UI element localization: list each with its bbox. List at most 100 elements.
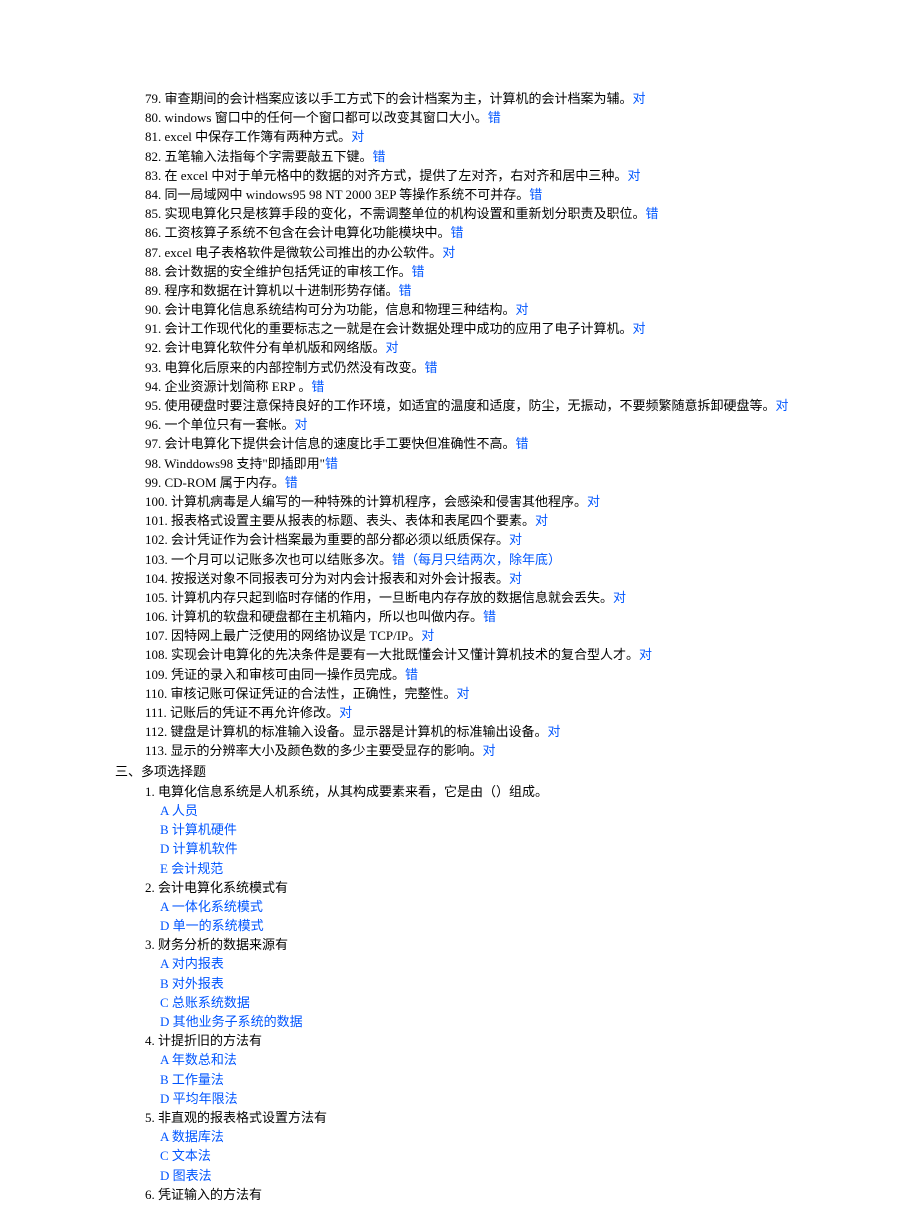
tf-item-answer: 对 [613, 590, 626, 605]
mc-option: D 计算机软件 [145, 840, 920, 858]
tf-item: 103. 一个月可以记账多次也可以结账多次。错（每月只结两次，除年底） [115, 551, 920, 569]
tf-item-number: 90. [145, 302, 165, 317]
tf-item-answer: 对 [633, 91, 646, 106]
tf-item: 97. 会计电算化下提供会计信息的速度比手工要快但准确性不高。错 [115, 435, 920, 453]
tf-item-answer: 错 [516, 436, 529, 451]
tf-item-text: 审核记账可保证凭证的合法性，正确性，完整性。 [171, 686, 457, 701]
tf-item-text: 会计电算化下提供会计信息的速度比手工要快但准确性不高。 [165, 436, 516, 451]
tf-item-answer: 错 [646, 206, 659, 221]
tf-item-number: 100. [145, 494, 171, 509]
tf-item-text: windows 窗口中的任何一个窗口都可以改变其窗口大小。 [165, 110, 488, 125]
mc-item: 4. 计提折旧的方法有A 年数总和法B 工作量法D 平均年限法 [115, 1032, 920, 1108]
tf-item: 90. 会计电算化信息系统结构可分为功能，信息和物理三种结构。对 [115, 301, 920, 319]
tf-item-number: 86. [145, 225, 165, 240]
true-false-list: 79. 审查期间的会计档案应该以手工方式下的会计档案为主，计算机的会计档案为辅。… [115, 90, 920, 761]
tf-item: 87. excel 电子表格软件是微软公司推出的办公软件。对 [115, 244, 920, 262]
tf-item-number: 108. [145, 647, 171, 662]
tf-item-answer: 错 [392, 552, 405, 567]
tf-item-text: 凭证的录入和审核可由同一操作员完成。 [171, 667, 405, 682]
tf-item-number: 80. [145, 110, 165, 125]
mc-question-text: 会计电算化系统模式有 [158, 880, 288, 895]
tf-item-number: 99. [145, 475, 165, 490]
tf-item-text: 一个单位只有一套帐。 [165, 417, 295, 432]
tf-item-text: excel 电子表格软件是微软公司推出的办公软件。 [165, 245, 443, 260]
tf-item-number: 103. [145, 552, 171, 567]
mc-question-text: 财务分析的数据来源有 [158, 937, 288, 952]
mc-question: 2. 会计电算化系统模式有 [145, 879, 920, 897]
mc-question-number: 4. [145, 1033, 158, 1048]
tf-item-number: 82. [145, 149, 165, 164]
tf-item-number: 98. [145, 456, 164, 471]
tf-item: 82. 五笔输入法指每个字需要敲五下键。错 [115, 148, 920, 166]
mc-option: A 对内报表 [145, 955, 920, 973]
tf-item-number: 104. [145, 571, 171, 586]
tf-item-text: 同一局域网中 windows95 98 NT 2000 3EP 等操作系统不可并… [165, 187, 530, 202]
tf-item-text: 计算机的软盘和硬盘都在主机箱内，所以也叫做内存。 [171, 609, 483, 624]
tf-item-text: 报表格式设置主要从报表的标题、表头、表体和表尾四个要素。 [171, 513, 535, 528]
tf-item-note: （每月只结两次，除年底） [405, 552, 561, 567]
tf-item: 106. 计算机的软盘和硬盘都在主机箱内，所以也叫做内存。错 [115, 608, 920, 626]
tf-item: 88. 会计数据的安全维护包括凭证的审核工作。错 [115, 263, 920, 281]
tf-item: 107. 因特网上最广泛使用的网络协议是 TCP/IP。对 [115, 627, 920, 645]
tf-item-answer: 对 [509, 532, 522, 547]
tf-item-text: 会计电算化软件分有单机版和网络版。 [165, 340, 386, 355]
tf-item-answer: 对 [509, 571, 522, 586]
tf-item-answer: 对 [587, 494, 600, 509]
tf-item-number: 102. [145, 532, 171, 547]
mc-option: A 人员 [145, 802, 920, 820]
tf-item-text: 显示的分辨率大小及颜色数的多少主要受显存的影响。 [171, 743, 483, 758]
tf-item-number: 87. [145, 245, 165, 260]
tf-item-number: 111. [145, 705, 170, 720]
tf-item-answer: 错 [488, 110, 501, 125]
tf-item-number: 91. [145, 321, 165, 336]
mc-question-text: 非直观的报表格式设置方法有 [158, 1110, 327, 1125]
tf-item: 104. 按报送对象不同报表可分为对内会计报表和对外会计报表。对 [115, 570, 920, 588]
tf-item-answer: 错 [451, 225, 464, 240]
tf-item: 113. 显示的分辨率大小及颜色数的多少主要受显存的影响。对 [115, 742, 920, 760]
tf-item-answer: 对 [633, 321, 646, 336]
tf-item-answer: 对 [339, 705, 352, 720]
tf-item: 101. 报表格式设置主要从报表的标题、表头、表体和表尾四个要素。对 [115, 512, 920, 530]
tf-item-answer: 对 [548, 724, 561, 739]
mc-option: D 单一的系统模式 [145, 917, 920, 935]
tf-item-number: 88. [145, 264, 165, 279]
tf-item-answer: 错 [399, 283, 412, 298]
tf-item-answer: 对 [627, 168, 640, 183]
mc-question: 4. 计提折旧的方法有 [145, 1032, 920, 1050]
tf-item-number: 81. [145, 129, 165, 144]
tf-item: 98. Winddows98 支持"即插即用"错 [115, 455, 920, 473]
tf-item-number: 79. [145, 91, 165, 106]
tf-item-number: 101. [145, 513, 171, 528]
tf-item-text: 会计工作现代化的重要标志之一就是在会计数据处理中成功的应用了电子计算机。 [165, 321, 633, 336]
tf-item-answer: 错 [405, 667, 418, 682]
tf-item: 99. CD-ROM 属于内存。错 [115, 474, 920, 492]
tf-item-answer: 对 [639, 647, 652, 662]
tf-item: 100. 计算机病毒是人编写的一种特殊的计算机程序，会感染和侵害其他程序。对 [115, 493, 920, 511]
tf-item-text: 因特网上最广泛使用的网络协议是 TCP/IP。 [171, 628, 421, 643]
tf-item-text: 电算化后原来的内部控制方式仍然没有改变。 [165, 360, 425, 375]
tf-item-number: 107. [145, 628, 171, 643]
tf-item-number: 95. [145, 398, 165, 413]
mc-item: 5. 非直观的报表格式设置方法有A 数据库法C 文本法D 图表法 [115, 1109, 920, 1185]
mc-option: B 对外报表 [145, 975, 920, 993]
mc-option: C 文本法 [145, 1147, 920, 1165]
multiple-choice-list: 1. 电算化信息系统是人机系统，从其构成要素来看，它是由（）组成。A 人员B 计… [115, 783, 920, 1204]
tf-item-text: 计算机病毒是人编写的一种特殊的计算机程序，会感染和侵害其他程序。 [171, 494, 587, 509]
tf-item-number: 106. [145, 609, 171, 624]
tf-item-number: 109. [145, 667, 171, 682]
mc-question-number: 6. [145, 1187, 158, 1202]
tf-item-text: 键盘是计算机的标准输入设备。显示器是计算机的标准输出设备。 [171, 724, 548, 739]
tf-item: 96. 一个单位只有一套帐。对 [115, 416, 920, 434]
tf-item: 93. 电算化后原来的内部控制方式仍然没有改变。错 [115, 359, 920, 377]
mc-item: 1. 电算化信息系统是人机系统，从其构成要素来看，它是由（）组成。A 人员B 计… [115, 783, 920, 878]
mc-question-text: 计提折旧的方法有 [158, 1033, 262, 1048]
tf-item-answer: 对 [386, 340, 399, 355]
mc-option: E 会计规范 [145, 860, 920, 878]
tf-item: 111. 记账后的凭证不再允许修改。对 [115, 704, 920, 722]
mc-item: 6. 凭证输入的方法有 [115, 1186, 920, 1204]
tf-item: 89. 程序和数据在计算机以十进制形势存储。错 [115, 282, 920, 300]
tf-item-text: 在 excel 中对于单元格中的数据的对齐方式，提供了左对齐，右对齐和居中三种。 [165, 168, 628, 183]
mc-option: B 计算机硬件 [145, 821, 920, 839]
tf-item-answer: 对 [421, 628, 434, 643]
tf-item-answer: 对 [457, 686, 470, 701]
